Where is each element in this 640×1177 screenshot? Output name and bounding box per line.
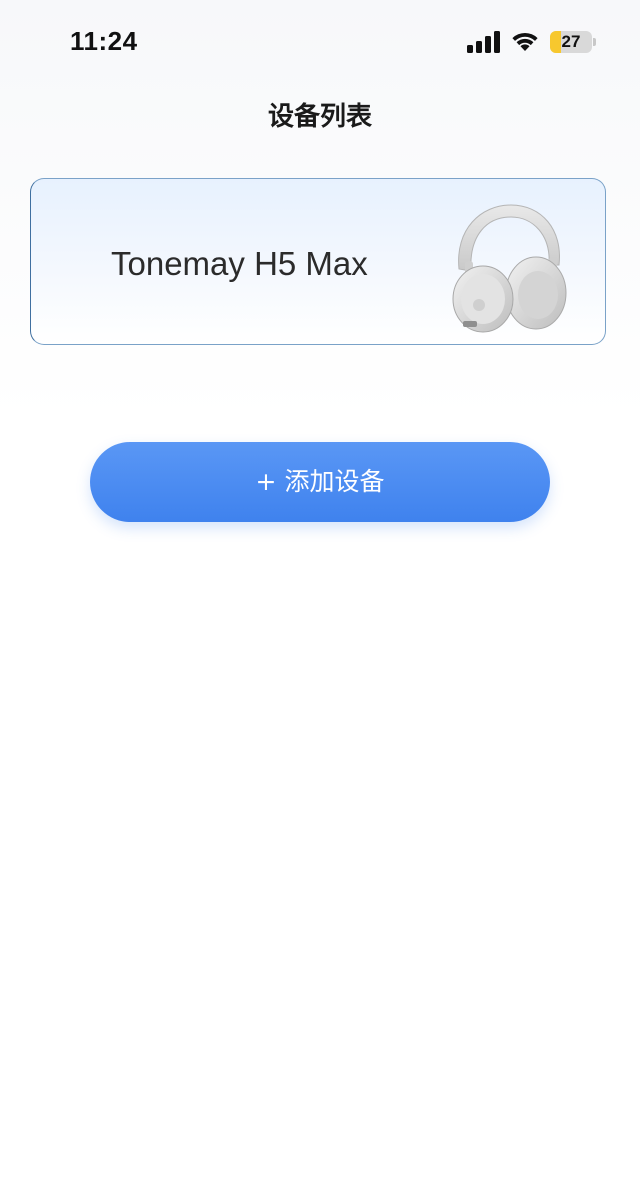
device-card[interactable]: Tonemay H5 Max bbox=[30, 178, 606, 345]
wifi-icon bbox=[512, 32, 538, 51]
add-device-button[interactable]: + 添加设备 bbox=[90, 442, 550, 522]
device-list-screen: 11:24 27 设备列表 Tonemay H5 Max + 添加设备 bbox=[0, 0, 640, 1177]
battery-level: 27 bbox=[561, 32, 581, 51]
status-bar: 11:24 27 bbox=[0, 0, 640, 84]
add-device-label: + 添加设备 bbox=[255, 467, 385, 496]
headphones-image bbox=[452, 204, 567, 333]
status-time: 11:24 bbox=[70, 26, 138, 56]
battery-icon: 27 bbox=[550, 31, 596, 53]
battery-cap bbox=[593, 38, 596, 46]
signal-icon bbox=[467, 31, 500, 53]
battery-body: 27 bbox=[550, 31, 592, 53]
device-name: Tonemay H5 Max bbox=[111, 245, 368, 282]
page-title: 设备列表 bbox=[267, 102, 372, 132]
